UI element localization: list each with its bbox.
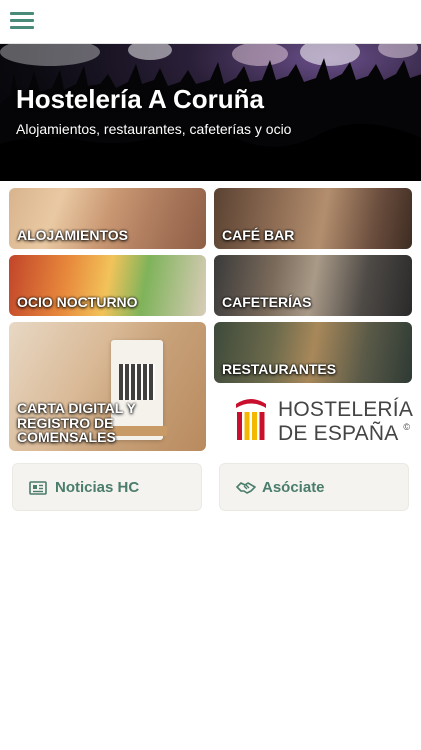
asociate-label: Asóciate	[262, 479, 325, 496]
tile-label-carta-digital: CARTA DIGITAL Y REGISTRO DE COMENSALES	[17, 399, 136, 446]
logo-line2: DE ESPAÑA ©	[278, 422, 411, 446]
tile-restaurantes[interactable]: RESTAURANTES	[214, 322, 412, 383]
logo-registered: ©	[403, 422, 411, 433]
tile-label-ocio-nocturno: OCIO NOCTURNO	[17, 294, 138, 311]
tile-cafeterias[interactable]: CAFETERÍAS	[214, 255, 412, 316]
asociate-button[interactable]: Asóciate	[219, 463, 409, 511]
noticias-hc-label: Noticias HC	[55, 479, 140, 496]
hero-banner: Hostelería A Coruña Alojamientos, restau…	[0, 44, 422, 181]
handshake-icon	[236, 482, 256, 494]
qr-code-icon	[119, 364, 155, 400]
noticias-hc-button[interactable]: Noticias HC	[12, 463, 202, 511]
tile-label-restaurantes: RESTAURANTES	[222, 361, 337, 378]
hero-subtitle: Alojamientos, restaurantes, cafeterías y…	[16, 121, 292, 137]
logo-wordmark: HOSTELERÍA DE ESPAÑA ©	[278, 398, 413, 446]
logo-line1: HOSTELERÍA	[278, 398, 414, 421]
tile-label-alojamientos: ALOJAMIENTOS	[17, 227, 128, 244]
tile-label-cafe-bar: CAFÉ BAR	[222, 227, 295, 244]
tile-cafe-bar[interactable]: CAFÉ BAR	[214, 188, 412, 249]
hamburger-menu-icon[interactable]	[10, 10, 36, 32]
tile-label-cafeterias: CAFETERÍAS	[222, 294, 312, 311]
hosteleria-espana-logo-mark-icon	[236, 399, 266, 440]
tile-carta-digital[interactable]: CARTA DIGITAL Y REGISTRO DE COMENSALES	[9, 322, 206, 451]
newspaper-icon	[29, 481, 47, 495]
tile-ocio-nocturno[interactable]: OCIO NOCTURNO	[9, 255, 206, 316]
hosteleria-espana-logo[interactable]: HOSTELERÍA DE ESPAÑA ©	[214, 390, 413, 450]
tile-alojamientos[interactable]: ALOJAMIENTOS	[9, 188, 206, 249]
hero-title: Hostelería A Coruña	[16, 84, 265, 114]
app-bar	[0, 0, 422, 44]
